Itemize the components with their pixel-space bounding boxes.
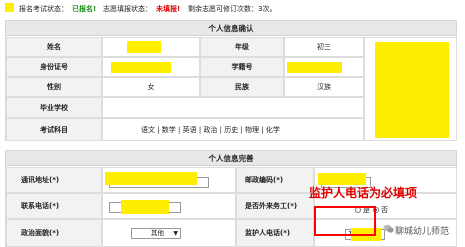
required-field-annotation: 监护人电话为必填项 bbox=[309, 186, 418, 200]
redacted-highlight bbox=[127, 41, 161, 53]
school-label: 毕业学校 bbox=[40, 103, 68, 112]
subjects-label-cell: 考试科目 bbox=[6, 118, 102, 141]
chat-bubble-icon bbox=[383, 224, 394, 233]
volunteer-status-value: 未填报! bbox=[156, 5, 181, 13]
personal-info-confirm-panel: 个人信息确认 姓名 年级 初三 身份证号 学籍号 性别 女 民族 汉族 毕业学校… bbox=[5, 20, 457, 141]
id-label-cell: 身份证号 bbox=[6, 57, 102, 77]
ethnicity-label: 民族 bbox=[235, 83, 249, 91]
grade-value: 初三 bbox=[317, 43, 331, 51]
redacted-highlight bbox=[5, 3, 14, 12]
student-no-label-cell: 学籍号 bbox=[200, 57, 284, 77]
photo-cell bbox=[364, 37, 457, 141]
grade-value-cell: 初三 bbox=[284, 37, 364, 57]
gender-label-cell: 性别 bbox=[6, 77, 102, 97]
registration-status-value: 已报名! bbox=[72, 5, 97, 13]
political-label-cell: 政治面貌(*) bbox=[6, 219, 102, 247]
name-label-cell: 姓名 bbox=[6, 37, 102, 57]
name-label: 姓名 bbox=[47, 43, 61, 51]
subjects-label: 考试科目 bbox=[40, 125, 68, 134]
section-title-complete: 个人信息完善 bbox=[6, 151, 456, 166]
ethnicity-label-cell: 民族 bbox=[200, 77, 284, 97]
grade-label-cell: 年级 bbox=[200, 37, 284, 57]
phone-label-cell: 联系电话(*) bbox=[6, 193, 102, 219]
annotation-highlight-box bbox=[314, 206, 376, 236]
volunteer-status-label: 志愿填报状态： bbox=[103, 5, 152, 13]
status-bar: 报名考试状态： 已报名! 志愿填报状态： 未填报! 剩余志愿可修订次数：3次。 bbox=[0, 0, 465, 16]
gender-value: 女 bbox=[147, 83, 155, 91]
political-status-label: 政治面貌(*) bbox=[21, 229, 60, 237]
subjects-value-cell: 语文 | 数学 | 英语 | 政治 | 历史 | 物理 | 化学 bbox=[102, 118, 364, 141]
migrant-no-label: 否 bbox=[381, 206, 388, 214]
ethnicity-value: 汉族 bbox=[317, 83, 331, 91]
gender-label: 性别 bbox=[47, 83, 61, 91]
student-no-label: 学籍号 bbox=[231, 63, 253, 71]
guardian-phone-label: 监护人电话(*) bbox=[245, 229, 291, 237]
ethnicity-value-cell: 汉族 bbox=[284, 77, 364, 97]
id-number-label: 身份证号 bbox=[40, 63, 68, 71]
gender-value-cell: 女 bbox=[102, 77, 200, 97]
political-value-cell: 其他 ▼ bbox=[102, 219, 236, 247]
photo-placeholder bbox=[375, 42, 449, 138]
political-status-selected: 其他 bbox=[151, 229, 164, 237]
address-label: 通讯地址(*) bbox=[21, 176, 60, 184]
school-label-cell: 毕业学校 bbox=[6, 97, 102, 118]
watermark-text: 聊城幼儿师范 bbox=[395, 227, 450, 237]
registration-status-label: 报名考试状态： bbox=[19, 5, 68, 13]
address-label-cell: 通讯地址(*) bbox=[6, 167, 102, 193]
guardian-phone-label-cell: 监护人电话(*) bbox=[236, 219, 314, 247]
zip-label: 邮政编码(*) bbox=[245, 176, 284, 184]
grade-label: 年级 bbox=[235, 43, 249, 51]
redacted-highlight bbox=[287, 62, 342, 73]
address-value-cell bbox=[102, 167, 236, 193]
phone-label: 联系电话(*) bbox=[21, 202, 60, 210]
school-value-cell bbox=[102, 97, 364, 118]
section-title-confirm: 个人信息确认 bbox=[6, 21, 456, 36]
redacted-highlight bbox=[105, 172, 197, 185]
redacted-highlight bbox=[111, 62, 171, 73]
chevron-down-icon: ▼ bbox=[173, 230, 178, 237]
zip-label-cell: 邮政编码(*) bbox=[236, 167, 314, 193]
political-status-select[interactable]: 其他 ▼ bbox=[131, 228, 181, 239]
name-value-cell bbox=[102, 37, 200, 57]
migrant-worker-label: 是否外来务工(*) bbox=[245, 202, 298, 210]
id-value-cell bbox=[102, 57, 200, 77]
redacted-highlight bbox=[121, 200, 169, 214]
remaining-revisions-text: 剩余志愿可修订次数：3次。 bbox=[188, 5, 277, 13]
subjects-value: 语文 | 数学 | 英语 | 政治 | 历史 | 物理 | 化学 bbox=[141, 125, 280, 134]
phone-value-cell bbox=[102, 193, 236, 219]
student-no-value-cell bbox=[284, 57, 364, 77]
migrant-label-cell: 是否外来务工(*) bbox=[236, 193, 314, 219]
